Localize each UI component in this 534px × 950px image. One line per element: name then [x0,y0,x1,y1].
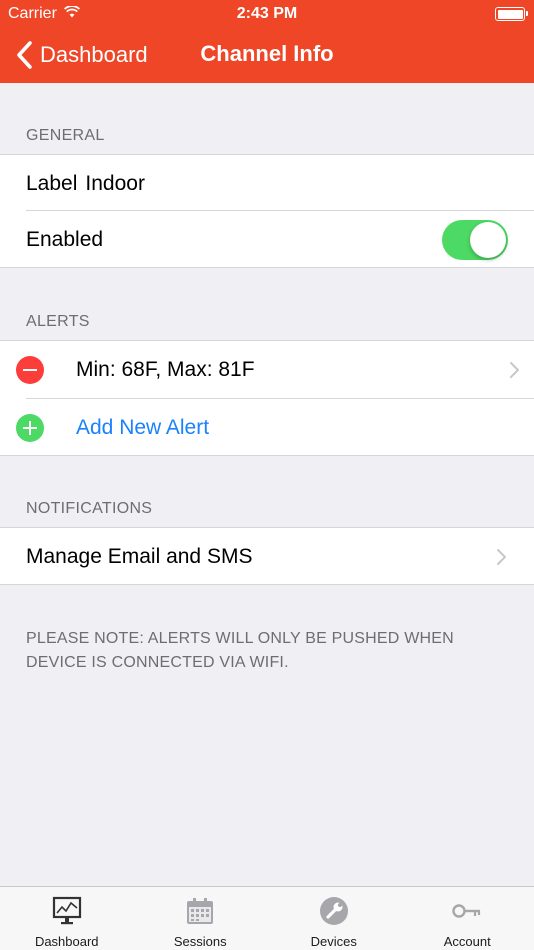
enabled-toggle[interactable] [442,219,508,260]
add-alert-row[interactable]: Add New Alert [0,399,534,456]
wifi-note: PLEASE NOTE: ALERTS WILL ONLY BE PUSHED … [26,627,506,675]
status-time: 2:43 PM [236,5,298,22]
tab-label: Devices [310,934,357,949]
chevron-right-icon [497,548,506,565]
label-row[interactable]: Label Indoor [0,155,534,212]
page-title: Channel Info [200,41,334,66]
manage-email-sms-label: Manage Email and SMS [26,544,253,568]
chevron-right-icon [510,361,519,378]
notifications-group: Manage Email and SMS [0,527,534,585]
label-key: Label [26,171,78,195]
alerts-group: Min: 68F, Max: 81F Add New Alert [0,340,534,456]
label-field: Label Indoor [26,172,145,196]
enabled-label: Enabled [26,227,104,251]
navigation-header: Carrier 2:43 PM Dashboard Channel Info [0,0,534,83]
toggle-knob [470,221,506,258]
label-value: Indoor [85,171,145,195]
general-group: Label Indoor Enabled [0,154,534,268]
wrench-icon [319,897,348,925]
alert-row[interactable]: Min: 68F, Max: 81F [0,341,534,398]
alerts-section-header: ALERTS [26,313,90,330]
tab-label: Sessions [173,934,227,949]
add-alert-icon[interactable] [16,413,44,442]
add-alert-link[interactable]: Add New Alert [76,416,209,440]
monitor-chart-icon [52,896,81,925]
tab-sessions[interactable]: Sessions [134,887,268,950]
calendar-icon [187,898,214,924]
tab-label: Dashboard [34,934,99,949]
general-section-header: GENERAL [26,127,105,144]
notifications-section-header: NOTIFICATIONS [26,500,153,517]
tab-label: Account [443,934,491,949]
tab-bar: Dashboard Sessions Devices Account [0,886,534,950]
key-icon [452,904,481,918]
manage-email-sms-row[interactable]: Manage Email and SMS [0,528,534,585]
tab-devices[interactable]: Devices [267,887,401,950]
enabled-row: Enabled [0,211,534,268]
note-line: PLEASE NOTE: ALERTS WILL ONLY BE PUSHED … [26,630,454,647]
tab-account[interactable]: Account [401,887,534,950]
tab-dashboard[interactable]: Dashboard [0,887,134,950]
alert-range-text: Min: 68F, Max: 81F [76,357,255,381]
remove-alert-icon[interactable] [16,355,44,384]
note-line: DEVICE IS CONNECTED VIA WIFI. [26,654,289,671]
battery-icon [495,7,528,21]
status-bar: Carrier 2:43 PM [0,0,534,28]
